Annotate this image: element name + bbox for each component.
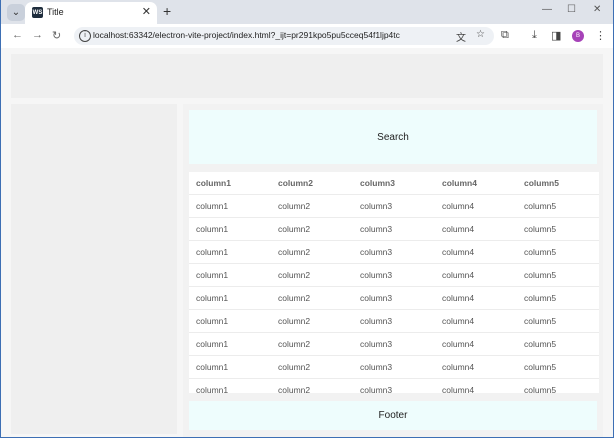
table-cell: column3 bbox=[353, 309, 435, 333]
tab-title: Title bbox=[47, 7, 64, 17]
table-cell: column3 bbox=[353, 355, 435, 379]
table-cell: column5 bbox=[517, 332, 599, 356]
table-cell: column3 bbox=[353, 194, 435, 218]
site-info-icon[interactable]: i bbox=[79, 30, 91, 42]
table-row[interactable]: column1 column2 column3 column4 column5 bbox=[189, 194, 599, 218]
table-cell: column4 bbox=[435, 217, 517, 241]
table-cell: column5 bbox=[517, 378, 599, 393]
table-row[interactable]: column1 column2 column3 column4 column5 bbox=[189, 355, 599, 379]
table-cell: column1 bbox=[189, 355, 271, 379]
search-area[interactable]: Search bbox=[189, 110, 597, 164]
reload-icon[interactable]: ↻ bbox=[52, 29, 61, 42]
table-row[interactable]: column1 column2 column3 column4 column5 bbox=[189, 286, 599, 310]
table-cell: column1 bbox=[189, 217, 271, 241]
table-cell: column3 bbox=[353, 240, 435, 264]
table-row[interactable]: column1 column2 column3 column4 column5 bbox=[189, 378, 599, 393]
table-cell: column2 bbox=[271, 194, 353, 218]
column-header[interactable]: column3 bbox=[353, 172, 435, 195]
table-cell: column5 bbox=[517, 194, 599, 218]
table-cell: column4 bbox=[435, 194, 517, 218]
table-row[interactable]: column1 column2 column3 column4 column5 bbox=[189, 240, 599, 264]
table-cell: column2 bbox=[271, 240, 353, 264]
table-cell: column4 bbox=[435, 309, 517, 333]
data-table: column1 column2 column3 column4 column5 … bbox=[189, 172, 599, 393]
table-header-row: column1 column2 column3 column4 column5 bbox=[189, 172, 599, 195]
table-row[interactable]: column1 column2 column3 column4 column5 bbox=[189, 263, 599, 287]
table-cell: column2 bbox=[271, 378, 353, 393]
address-bar[interactable]: i localhost:63342/electron-vite-project/… bbox=[74, 27, 494, 45]
close-tab-icon[interactable]: ✕ bbox=[142, 5, 151, 18]
new-tab-icon[interactable]: + bbox=[163, 3, 171, 19]
table-cell: column1 bbox=[189, 286, 271, 310]
table-cell: column5 bbox=[517, 355, 599, 379]
table-cell: column4 bbox=[435, 263, 517, 287]
browser-toolbar: ← → ↻ i localhost:63342/electron-vite-pr… bbox=[1, 24, 613, 48]
table-cell: column4 bbox=[435, 378, 517, 393]
table-cell: column2 bbox=[271, 332, 353, 356]
favicon-icon: WS bbox=[32, 7, 43, 18]
menu-icon[interactable]: ⋮ bbox=[595, 29, 606, 42]
table-cell: column5 bbox=[517, 240, 599, 264]
extensions-icon[interactable]: ⧉ bbox=[501, 29, 509, 42]
minimize-icon[interactable]: — bbox=[542, 4, 552, 15]
side-panel-icon[interactable]: ◨ bbox=[551, 29, 561, 42]
table-cell: column1 bbox=[189, 240, 271, 264]
tab-search-icon[interactable]: ⌄ bbox=[7, 4, 25, 21]
table-cell: column5 bbox=[517, 286, 599, 310]
column-header[interactable]: column4 bbox=[435, 172, 517, 195]
download-icon[interactable]: ⤓ bbox=[532, 29, 537, 42]
main-panel: Search column1 column2 column3 column4 c… bbox=[183, 104, 603, 437]
page-header bbox=[11, 54, 603, 98]
table-cell: column4 bbox=[435, 286, 517, 310]
table-cell: column3 bbox=[353, 378, 435, 393]
tab-strip: ⌄ WS Title ✕ + — ☐ ✕ bbox=[1, 0, 613, 24]
table-cell: column1 bbox=[189, 194, 271, 218]
sidebar bbox=[11, 104, 177, 434]
table-cell: column5 bbox=[517, 309, 599, 333]
table-cell: column3 bbox=[353, 286, 435, 310]
bookmark-star-icon[interactable]: ☆ bbox=[476, 29, 485, 40]
table-cell: column2 bbox=[271, 286, 353, 310]
back-icon[interactable]: ← bbox=[12, 29, 23, 41]
table-cell: column5 bbox=[517, 263, 599, 287]
table-cell: column4 bbox=[435, 355, 517, 379]
footer-label: Footer bbox=[378, 410, 408, 421]
table-cell: column3 bbox=[353, 263, 435, 287]
table-row[interactable]: column1 column2 column3 column4 column5 bbox=[189, 332, 599, 356]
browser-tab[interactable]: WS Title ✕ bbox=[25, 2, 157, 24]
table-cell: column3 bbox=[353, 217, 435, 241]
table-row[interactable]: column1 column2 column3 column4 column5 bbox=[189, 309, 599, 333]
table-cell: column1 bbox=[189, 263, 271, 287]
search-label: Search bbox=[377, 131, 409, 143]
table-cell: column4 bbox=[435, 332, 517, 356]
column-header[interactable]: column5 bbox=[517, 172, 599, 195]
column-header[interactable]: column2 bbox=[271, 172, 353, 195]
table-cell: column2 bbox=[271, 355, 353, 379]
close-window-icon[interactable]: ✕ bbox=[593, 4, 601, 15]
profile-avatar[interactable]: B bbox=[572, 30, 584, 42]
forward-icon[interactable]: → bbox=[32, 29, 43, 41]
page-content: Search column1 column2 column3 column4 c… bbox=[1, 48, 613, 437]
browser-window: ⌄ WS Title ✕ + — ☐ ✕ ← → ↻ i localhost:6… bbox=[1, 0, 613, 437]
table-cell: column1 bbox=[189, 332, 271, 356]
footer-area: Footer bbox=[189, 401, 597, 430]
table-cell: column5 bbox=[517, 217, 599, 241]
url-text[interactable]: localhost:63342/electron-vite-project/in… bbox=[93, 30, 400, 40]
table-cell: column2 bbox=[271, 263, 353, 287]
table-cell: column2 bbox=[271, 309, 353, 333]
translate-icon[interactable]: ⽂ bbox=[456, 29, 466, 44]
table-row[interactable]: column1 column2 column3 column4 column5 bbox=[189, 217, 599, 241]
table-cell: column2 bbox=[271, 217, 353, 241]
table-cell: column4 bbox=[435, 240, 517, 264]
table-cell: column1 bbox=[189, 378, 271, 393]
table-cell: column1 bbox=[189, 309, 271, 333]
column-header[interactable]: column1 bbox=[189, 172, 271, 195]
table-body: column1 column2 column3 column4 column5 colum… bbox=[189, 194, 599, 393]
maximize-icon[interactable]: ☐ bbox=[567, 4, 576, 15]
table-cell: column3 bbox=[353, 332, 435, 356]
